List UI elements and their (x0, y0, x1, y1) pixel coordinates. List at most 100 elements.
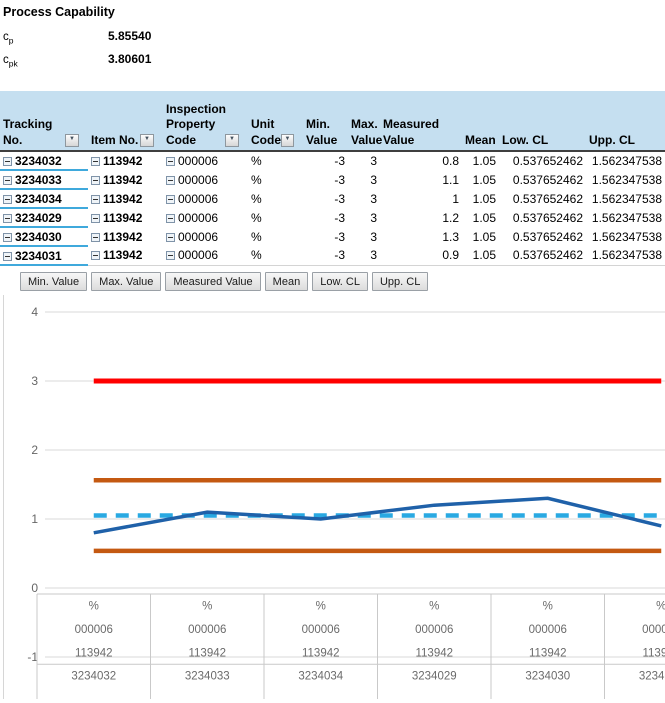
legend-button-min-value[interactable]: Min. Value (20, 272, 87, 291)
collapse-icon[interactable] (166, 195, 175, 204)
upp-cl-cell-value: 1.562347538 (592, 230, 662, 244)
collapse-icon[interactable] (166, 157, 175, 166)
mean-cell-value: 1.05 (473, 173, 496, 187)
max-value-cell-value: 3 (370, 230, 377, 244)
min-value-cell-value: -3 (334, 248, 345, 262)
item-no-cell: 113942 (88, 151, 163, 170)
collapse-icon[interactable] (3, 252, 12, 261)
table-row: 3234029113942000006%-331.21.050.53765246… (0, 208, 665, 227)
x-axis-label: 113942 (529, 647, 567, 659)
legend-button-measured-value[interactable]: Measured Value (165, 272, 260, 291)
table-row: 3234030113942000006%-331.31.050.53765246… (0, 227, 665, 246)
collapse-icon[interactable] (91, 233, 100, 242)
series-measured-value[interactable] (94, 498, 662, 533)
item-no-cell-value: 113942 (103, 192, 142, 206)
column-header-label: Value (306, 133, 337, 148)
column-header-label: Measured (383, 117, 439, 132)
unit-code-cell-value: % (251, 192, 262, 206)
collapse-icon[interactable] (166, 251, 175, 260)
inspection-property-code-cell-value: 000006 (178, 211, 218, 225)
max-value-cell-value: 3 (370, 211, 377, 225)
legend-button-upp-cl[interactable]: Upp. CL (372, 272, 428, 291)
collapse-icon[interactable] (3, 233, 12, 242)
measured-value-cell-value: 0.9 (442, 248, 459, 262)
table-row: 3234032113942000006%-330.81.050.53765246… (0, 151, 665, 170)
x-axis-label: 000006 (529, 624, 567, 636)
low-cl-cell-value: 0.537652462 (513, 192, 583, 206)
mean-cell-value: 1.05 (473, 230, 496, 244)
tracking-no-cell[interactable]: 3234029 (0, 208, 88, 227)
low-cl-cell-value: 0.537652462 (513, 248, 583, 262)
low-cl-cell: 0.537652462 (499, 170, 586, 189)
process-capability-view: Process Capability cp 5.85540 cpk 3.8060… (0, 0, 665, 699)
unit-code-cell: % (248, 170, 303, 189)
tracking-no-cell-value: 3234032 (15, 154, 62, 168)
x-axis-label: 3234032 (71, 671, 116, 683)
x-axis-label: 3234031 (639, 671, 665, 683)
mean-cell: 1.05 (462, 151, 499, 170)
tracking-no-cell[interactable]: 3234031 (0, 246, 88, 265)
column-header-inspection-property-code: InspectionPropertyCode▼ (163, 91, 248, 151)
upp-cl-cell: 1.562347538 (586, 151, 665, 170)
filter-dropdown-icon[interactable]: ▼ (65, 134, 79, 147)
collapse-icon[interactable] (91, 251, 100, 260)
collapse-icon[interactable] (3, 176, 12, 185)
cp-label: cp (3, 31, 108, 45)
tracking-no-cell[interactable]: 3234032 (0, 151, 88, 170)
legend-button-mean[interactable]: Mean (265, 272, 309, 291)
collapse-icon[interactable] (91, 157, 100, 166)
tracking-no-cell-value: 3234033 (15, 173, 62, 187)
column-header-label: Inspection (166, 102, 226, 117)
max-value-cell-value: 3 (370, 248, 377, 262)
tracking-no-cell[interactable]: 3234033 (0, 170, 88, 189)
upp-cl-cell-value: 1.562347538 (592, 211, 662, 225)
collapse-icon[interactable] (91, 195, 100, 204)
inspection-property-code-cell: 000006 (163, 170, 248, 189)
column-header-low-cl: Low. CL (499, 91, 586, 151)
column-header-label: Low. CL (502, 133, 548, 148)
unit-code-cell: % (248, 227, 303, 246)
min-value-cell-value: -3 (334, 230, 345, 244)
cpk-metric-row: cpk 3.80601 (3, 52, 662, 75)
legend-button-low-cl[interactable]: Low. CL (312, 272, 368, 291)
collapse-icon[interactable] (3, 195, 12, 204)
collapse-icon[interactable] (166, 214, 175, 223)
min-value-cell-value: -3 (334, 154, 345, 168)
max-value-cell: 3 (348, 208, 380, 227)
tracking-no-cell[interactable]: 3234034 (0, 189, 88, 208)
collapse-icon[interactable] (166, 233, 175, 242)
column-header-label: Upp. CL (589, 133, 635, 148)
x-axis-label: 3234033 (185, 671, 230, 683)
legend-button-max-value[interactable]: Max. Value (91, 272, 161, 291)
max-value-cell-value: 3 (370, 173, 377, 187)
filter-dropdown-icon[interactable]: ▼ (225, 134, 239, 147)
x-axis-label: 000006 (302, 624, 340, 636)
column-header-label: Mean (465, 133, 496, 148)
measured-value-cell: 1.1 (380, 170, 462, 189)
x-axis-label: 3234034 (298, 671, 343, 683)
tracking-no-cell[interactable]: 3234030 (0, 227, 88, 246)
upp-cl-cell-value: 1.562347538 (592, 192, 662, 206)
collapse-icon[interactable] (3, 214, 12, 223)
tracking-no-cell-value: 3234031 (15, 249, 62, 263)
collapse-icon[interactable] (3, 157, 12, 166)
table-header: TrackingNo.▼Item No.▼InspectionPropertyC… (0, 91, 665, 151)
mean-cell: 1.05 (462, 208, 499, 227)
column-header-label: Value (383, 133, 414, 148)
x-axis-label: 3234029 (412, 671, 457, 683)
collapse-icon[interactable] (91, 176, 100, 185)
item-no-cell: 113942 (88, 227, 163, 246)
filter-dropdown-icon[interactable]: ▼ (281, 134, 294, 147)
tracking-no-cell-value: 3234029 (15, 211, 62, 225)
filter-dropdown-icon[interactable]: ▼ (140, 134, 154, 147)
column-header-measured-value: MeasuredValue (380, 91, 462, 151)
x-axis-label: % (429, 601, 439, 613)
cpk-value: 3.80601 (108, 52, 151, 66)
max-value-cell: 3 (348, 227, 380, 246)
max-value-cell: 3 (348, 151, 380, 170)
collapse-icon[interactable] (91, 214, 100, 223)
unit-code-cell-value: % (251, 154, 262, 168)
collapse-icon[interactable] (166, 176, 175, 185)
unit-code-cell-value: % (251, 173, 262, 187)
measured-value-cell-value: 1 (452, 192, 459, 206)
